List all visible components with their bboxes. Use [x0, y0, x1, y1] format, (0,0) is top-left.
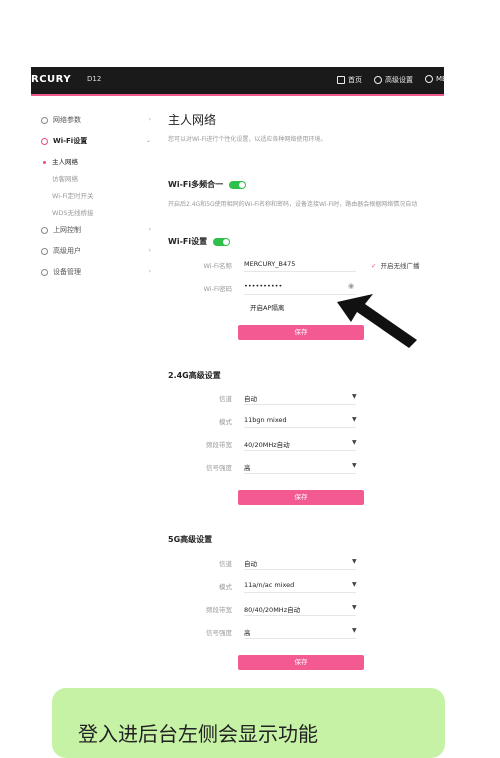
model-label: D12 [87, 75, 102, 83]
nav-home[interactable]: 首页 [337, 75, 362, 85]
home-icon [337, 76, 345, 84]
eye-icon[interactable]: ◉ [348, 282, 354, 290]
caret-down-icon: ▼ [352, 416, 357, 423]
band24-channel-label: 信道 [219, 395, 232, 403]
band5-channel-label: 信道 [219, 560, 232, 568]
wifi-icon [41, 137, 48, 145]
caret-down-icon: ▼ [352, 627, 357, 634]
caret-down-icon: ▼ [352, 462, 357, 469]
divider [244, 271, 356, 272]
band24-power-select[interactable]: 高 [244, 462, 251, 472]
divider [244, 450, 356, 451]
brand-logo: RCURY [31, 74, 72, 85]
wifi-name-input[interactable]: MERCURY_B475 [244, 260, 295, 268]
wifi-name-label: Wi-Fi名称 [203, 262, 232, 270]
chevron-right-icon: › [148, 226, 151, 233]
divider [244, 473, 356, 474]
sidebar-item-network[interactable]: 网络参数 [41, 115, 81, 125]
caption-box: 登入进后台左侧会显示功能 [52, 688, 445, 758]
divider [244, 638, 356, 639]
band24-mode-select[interactable]: 11bgn mixed [244, 416, 287, 424]
sidebar-item-wifi[interactable]: Wi-Fi设置 [41, 136, 87, 146]
multiband-section: Wi-Fi多频合一 [168, 179, 247, 190]
caret-down-icon: ▼ [352, 604, 357, 611]
network-icon [41, 116, 48, 124]
divider [244, 404, 356, 405]
multiband-toggle[interactable] [229, 180, 247, 189]
divider [244, 615, 356, 616]
band5-section-title: 5G高级设置 [168, 535, 213, 544]
sidebar-item-access-control[interactable]: 上网控制 [41, 225, 81, 235]
wifi-toggle[interactable] [213, 237, 231, 246]
save-button[interactable]: 保存 [238, 655, 364, 670]
settings-icon [374, 76, 382, 84]
nav-advanced-settings[interactable]: 高级设置 [374, 75, 413, 85]
band5-mode-select[interactable]: 11a/n/ac mixed [244, 581, 294, 589]
divider [244, 592, 356, 593]
sidebar-item-advanced-user[interactable]: 高级用户 [41, 246, 81, 256]
band24-power-label: 信号强度 [206, 464, 232, 472]
top-bar: RCURY D12 首页 高级设置 ME [31, 67, 446, 96]
caption-text: 登入进后台左侧会显示功能 [78, 722, 318, 746]
caret-down-icon: ▼ [352, 439, 357, 446]
sidebar-subitem-guest-network[interactable]: 访客网络 [43, 173, 78, 183]
sidebar-subitem-host-network[interactable]: 主人网络 [43, 156, 78, 166]
divider [244, 427, 356, 428]
check-icon: ✓ [371, 262, 377, 270]
nav-user[interactable]: ME [425, 75, 446, 83]
sidebar-item-device-management[interactable]: 设备管理 [41, 267, 81, 277]
band24-section-title: 2.4G高级设置 [168, 371, 221, 380]
page-description: 您可以对Wi-Fi进行个性化设置，以适应各种网络使用环境。 [168, 136, 327, 143]
chevron-right-icon: › [148, 247, 151, 254]
device-icon [41, 268, 48, 276]
user-icon [425, 75, 433, 83]
caret-down-icon: ▼ [352, 393, 357, 400]
wifi-password-label: Wi-Fi密码 [203, 285, 232, 293]
caret-down-icon: ▼ [352, 558, 357, 565]
band5-power-label: 信号强度 [206, 629, 232, 637]
broadcast-checkbox[interactable]: ✓ 开启无线广播 [371, 260, 419, 270]
annotation-arrow-icon [337, 294, 417, 348]
sidebar-subitem-wifi-timer[interactable]: Wi-Fi定时开关 [43, 190, 94, 200]
chevron-down-icon: ⌄ [145, 137, 151, 144]
band5-channel-select[interactable]: 自动 [244, 558, 257, 568]
band24-bandwidth-label: 频段带宽 [206, 441, 232, 449]
save-button[interactable]: 保存 [238, 490, 364, 505]
chevron-right-icon: › [148, 116, 151, 123]
wifi-section: Wi-Fi设置 [168, 236, 231, 247]
page-title: 主人网络 [168, 113, 217, 127]
multiband-description: 开启后2.4G和5G使用相同的Wi-Fi名称和密码，设备连接Wi-Fi时，路由器… [168, 201, 418, 208]
chevron-right-icon: › [148, 268, 151, 275]
band5-power-select[interactable]: 高 [244, 627, 251, 637]
band5-bandwidth-select[interactable]: 80/40/20MHz自动 [244, 604, 300, 614]
user-icon [41, 247, 48, 255]
sidebar-subitem-wds[interactable]: WDS无线桥接 [43, 207, 94, 217]
control-icon [41, 226, 48, 234]
band24-bandwidth-select[interactable]: 40/20MHz自动 [244, 439, 290, 449]
ap-isolation-checkbox[interactable]: 开启AP隔离 [250, 302, 284, 312]
band5-bandwidth-label: 频段带宽 [206, 606, 232, 614]
band24-mode-label: 模式 [219, 418, 232, 426]
wifi-password-input[interactable]: •••••••••• [244, 282, 282, 290]
caret-down-icon: ▼ [352, 581, 357, 588]
band24-channel-select[interactable]: 自动 [244, 393, 257, 403]
divider [244, 569, 356, 570]
band5-mode-label: 模式 [219, 583, 232, 591]
